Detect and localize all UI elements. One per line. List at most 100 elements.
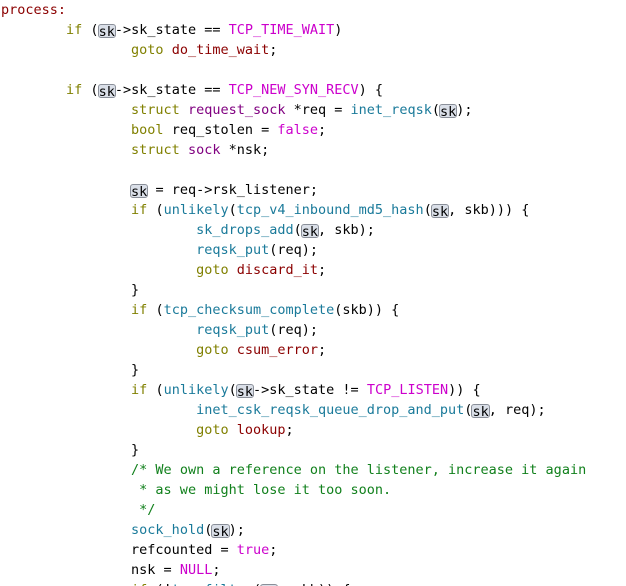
goto-target-csum-error[interactable]: csum_error bbox=[237, 342, 318, 358]
punct: (req); bbox=[269, 242, 319, 258]
code-line: if (unlikely(sk->sk_state != TCP_LISTEN)… bbox=[0, 380, 626, 400]
member-access: ->sk_state == bbox=[114, 22, 229, 38]
code-line: if (!tcp_filter(sk, skb)) { bbox=[0, 580, 626, 586]
punct: , req); bbox=[488, 402, 546, 418]
keyword-if: if bbox=[131, 302, 148, 318]
source-code-viewer[interactable]: process: if (sk->sk_state == TCP_TIME_WA… bbox=[0, 0, 626, 586]
keyword-goto: goto bbox=[131, 42, 164, 58]
code-line: refcounted = true; bbox=[0, 540, 626, 560]
function-inet-reqsk[interactable]: inet_reqsk bbox=[351, 102, 432, 118]
declarator: *req = bbox=[285, 102, 351, 118]
code-line: if (tcp_checksum_complete(skb)) { bbox=[0, 300, 626, 320]
code-line: * as we might lose it too soon. bbox=[0, 480, 626, 500]
occurrence-sk[interactable]: sk bbox=[430, 204, 450, 219]
occurrence-sk[interactable]: sk bbox=[438, 104, 458, 119]
function-unlikely[interactable]: unlikely bbox=[164, 382, 229, 398]
punct: ) { bbox=[358, 82, 384, 98]
punct: ; bbox=[285, 422, 294, 438]
code-line: inet_csk_reqsk_queue_drop_and_put(sk, re… bbox=[0, 400, 626, 420]
code-line: /* We own a reference on the listener, i… bbox=[0, 460, 626, 480]
punct: (! bbox=[147, 582, 171, 586]
keyword-bool: bool bbox=[131, 122, 164, 138]
punct: ; bbox=[318, 342, 327, 358]
goto-target-lookup[interactable]: lookup bbox=[237, 422, 286, 438]
punct: ; bbox=[318, 122, 327, 138]
punct: (req); bbox=[269, 322, 319, 338]
function-inet-csk-reqsk-queue-drop-and-put[interactable]: inet_csk_reqsk_queue_drop_and_put bbox=[196, 402, 464, 418]
occurrence-sk[interactable]: sk bbox=[97, 24, 116, 39]
code-line: goto csum_error; bbox=[0, 340, 626, 360]
function-tcp-v4-inbound-md5-hash[interactable]: tcp_v4_inbound_md5_hash bbox=[237, 202, 424, 218]
member-access: ->sk_state != bbox=[253, 382, 367, 398]
keyword-struct: struct bbox=[131, 102, 180, 118]
code-line: sk_drops_add(sk, skb); bbox=[0, 220, 626, 240]
punct: ; bbox=[269, 542, 278, 558]
punct: ; bbox=[269, 42, 278, 58]
brace-close: } bbox=[131, 362, 140, 378]
punct: , skb)) { bbox=[277, 582, 350, 586]
occurrence-sk[interactable]: sk bbox=[235, 384, 255, 399]
code-line: } bbox=[0, 280, 626, 300]
brace-close: } bbox=[131, 282, 140, 298]
punct: , skb); bbox=[318, 222, 375, 238]
occurrence-sk[interactable]: sk bbox=[300, 224, 320, 239]
function-tcp-checksum-complete[interactable]: tcp_checksum_complete bbox=[164, 302, 335, 318]
type-sock: sock bbox=[187, 142, 221, 158]
occurrence-sk[interactable]: sk bbox=[130, 184, 149, 199]
occurrence-sk[interactable]: sk bbox=[97, 84, 116, 99]
punct: ( bbox=[147, 202, 164, 218]
punct: ( bbox=[147, 382, 164, 398]
keyword-if: if bbox=[66, 82, 83, 98]
function-sk-drops-add[interactable]: sk_drops_add bbox=[196, 222, 294, 238]
keyword-goto: goto bbox=[196, 262, 229, 278]
goto-target-discard-it[interactable]: discard_it bbox=[237, 262, 318, 278]
punct: ; bbox=[318, 262, 327, 278]
function-tcp-filter[interactable]: tcp_filter bbox=[172, 582, 253, 586]
function-reqsk-put[interactable]: reqsk_put bbox=[196, 242, 269, 258]
block-comment-line: * as we might lose it too soon. bbox=[139, 482, 392, 498]
code-line: if (sk->sk_state == TCP_TIME_WAIT) bbox=[0, 20, 626, 40]
code-line: goto discard_it; bbox=[0, 260, 626, 280]
punct bbox=[180, 142, 188, 158]
keyword-goto: goto bbox=[196, 422, 229, 438]
occurrence-sk[interactable]: sk bbox=[471, 404, 490, 419]
punct: ); bbox=[456, 102, 473, 118]
goto-target-do-time-wait[interactable]: do_time_wait bbox=[172, 42, 270, 58]
member-access: ->sk_state == bbox=[114, 82, 229, 98]
code-line: if (unlikely(tcp_v4_inbound_md5_hash(sk,… bbox=[0, 200, 626, 220]
keyword-if: if bbox=[66, 22, 83, 38]
function-unlikely[interactable]: unlikely bbox=[164, 202, 229, 218]
punct bbox=[164, 42, 172, 58]
function-sock-hold[interactable]: sock_hold bbox=[131, 522, 204, 538]
punct: (skb)) { bbox=[334, 302, 400, 318]
assignment: nsk = bbox=[131, 562, 180, 578]
keyword-if: if bbox=[131, 382, 148, 398]
keyword-struct: struct bbox=[131, 142, 180, 158]
keyword-goto: goto bbox=[196, 342, 229, 358]
punct bbox=[229, 342, 237, 358]
occurrence-sk[interactable]: sk bbox=[211, 524, 230, 539]
clipped-code-line-region: if (!tcp_filter(sk, skb)) { bbox=[0, 580, 626, 586]
macro-constant: TCP_TIME_WAIT bbox=[228, 22, 335, 38]
function-reqsk-put[interactable]: reqsk_put bbox=[196, 322, 269, 338]
assignment: = req->rsk_listener; bbox=[147, 182, 318, 198]
